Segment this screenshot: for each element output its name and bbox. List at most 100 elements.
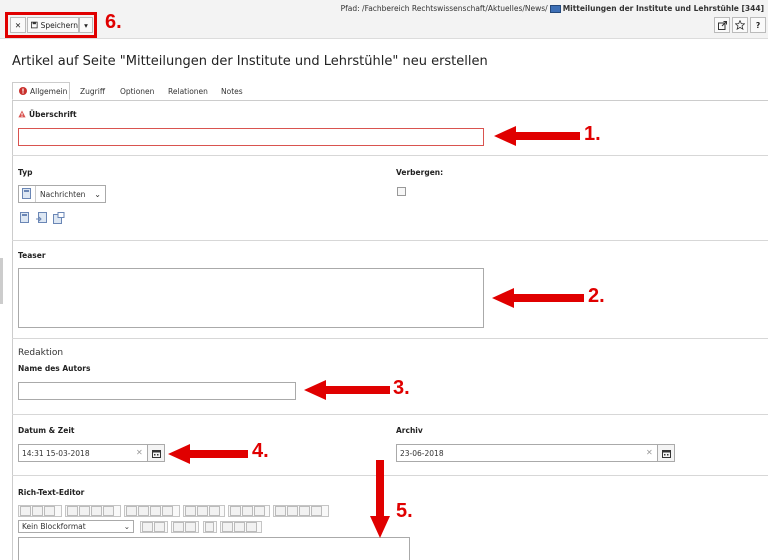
editorial-heading: Redaktion — [18, 348, 64, 358]
help-button[interactable]: ? — [750, 17, 766, 33]
view-page-button[interactable] — [714, 17, 730, 33]
text-color-icon[interactable] — [287, 506, 298, 516]
image-icon[interactable] — [209, 506, 220, 516]
outdent-icon[interactable] — [162, 506, 173, 516]
rte-text-style-group — [18, 505, 62, 517]
rte-table-group — [228, 505, 270, 517]
heading-label: Überschrift — [29, 110, 77, 119]
rte-align-group — [65, 505, 121, 517]
archive-value: 23-06-2018 — [400, 448, 444, 458]
tab-notes[interactable]: Notes — [221, 82, 243, 100]
tab-label: Allgemein — [30, 86, 68, 96]
error-icon — [19, 87, 27, 95]
underline-icon[interactable] — [44, 506, 55, 516]
help-icon[interactable] — [254, 506, 265, 516]
annotation-arrow-1 — [494, 126, 580, 146]
blockformat-select[interactable]: Kein Blockformat ⌄ — [18, 520, 134, 533]
rte-search-group — [203, 521, 217, 533]
chevron-down-icon: ⌄ — [123, 522, 130, 531]
type-label: Typ — [18, 168, 33, 177]
archive-input[interactable]: 23-06-2018 — [396, 444, 658, 462]
tab-optionen[interactable]: Optionen — [120, 82, 154, 100]
tab-relationen[interactable]: Relationen — [168, 82, 208, 100]
calendar-icon — [151, 449, 161, 458]
hide-checkbox[interactable] — [397, 187, 406, 196]
rte-script-group — [140, 521, 168, 533]
tab-label: Notes — [221, 86, 243, 96]
subscript-icon[interactable] — [142, 522, 153, 532]
clear-icon[interactable]: ✕ — [646, 448, 653, 457]
page-type-icon[interactable] — [20, 212, 31, 224]
archive-calendar-button[interactable] — [657, 444, 675, 462]
unlink-icon[interactable] — [197, 506, 208, 516]
ordered-list-icon[interactable] — [126, 506, 137, 516]
archive-label: Archiv — [396, 426, 423, 435]
annotation-label-2: 2. — [588, 285, 605, 307]
datetime-input[interactable]: 14:31 15-03-2018 — [18, 444, 148, 462]
align-right-icon[interactable] — [91, 506, 102, 516]
rte-list-group — [124, 505, 180, 517]
teaser-label: Teaser — [18, 251, 46, 260]
rte-link-group — [183, 505, 225, 517]
omega-icon[interactable] — [311, 506, 322, 516]
horizontal-rule-icon[interactable] — [299, 506, 310, 516]
align-center-icon[interactable] — [79, 506, 90, 516]
find-icon[interactable] — [205, 522, 214, 532]
help-icon: ? — [755, 20, 761, 30]
external-link-icon — [717, 20, 727, 30]
clean-icon[interactable] — [246, 522, 257, 532]
section-divider — [12, 338, 768, 339]
bullet-list-icon[interactable] — [138, 506, 149, 516]
page-flag-icon — [549, 5, 561, 13]
rte-source-group — [220, 521, 262, 533]
hide-label: Verbergen: — [396, 168, 444, 177]
annotation-arrow-3 — [304, 380, 390, 400]
italic-icon[interactable] — [32, 506, 43, 516]
tab-label: Relationen — [168, 86, 208, 96]
star-icon — [735, 20, 745, 30]
author-input[interactable] — [18, 382, 296, 400]
chart-icon[interactable] — [242, 506, 253, 516]
datetime-calendar-button[interactable] — [147, 444, 165, 462]
calendar-icon — [661, 449, 671, 458]
side-handle[interactable] — [0, 258, 3, 304]
heading-input[interactable] — [18, 128, 484, 146]
redo-icon[interactable] — [185, 522, 196, 532]
link-icon[interactable] — [185, 506, 196, 516]
annotation-box-6 — [5, 12, 97, 38]
tab-allgemein[interactable]: Allgemein — [12, 82, 70, 100]
align-justify-icon[interactable] — [103, 506, 114, 516]
source-code-icon[interactable] — [222, 522, 233, 532]
section-divider — [12, 155, 768, 156]
blockformat-value: Kein Blockformat — [22, 522, 86, 531]
type-options — [18, 210, 68, 226]
section-divider — [12, 414, 768, 415]
bookmark-button[interactable] — [732, 17, 748, 33]
bold-icon[interactable] — [20, 506, 31, 516]
clear-icon[interactable]: ✕ — [136, 448, 143, 457]
spellcheck-icon[interactable] — [275, 506, 286, 516]
teaser-textarea[interactable] — [18, 268, 484, 328]
annotation-label-1: 1. — [584, 123, 601, 145]
tab-zugriff[interactable]: Zugriff — [80, 82, 105, 100]
align-left-icon[interactable] — [67, 506, 78, 516]
chevron-down-icon: ⌄ — [94, 189, 101, 199]
rte-editor-area[interactable] — [18, 537, 410, 560]
superscript-icon[interactable] — [154, 522, 165, 532]
external-page-icon[interactable] — [53, 212, 65, 224]
annotation-arrow-2 — [492, 288, 584, 308]
news-type-icon — [19, 186, 36, 202]
undo-icon[interactable] — [173, 522, 184, 532]
rte-misc-group — [273, 505, 329, 517]
table-icon[interactable] — [230, 506, 241, 516]
type-select[interactable]: Nachrichten ⌄ — [18, 185, 106, 203]
annotation-label-4: 4. — [252, 440, 269, 462]
datetime-label: Datum & Zeit — [18, 426, 75, 435]
type-select-value: Nachrichten — [40, 189, 86, 199]
annotation-arrow-4 — [168, 444, 248, 464]
annotation-arrow-5 — [370, 460, 390, 538]
paste-icon[interactable] — [234, 522, 245, 532]
breadcrumb-page[interactable]: Mitteilungen der Institute und Lehrstühl… — [563, 4, 764, 13]
indent-icon[interactable] — [150, 506, 161, 516]
internal-link-icon[interactable] — [36, 212, 48, 224]
